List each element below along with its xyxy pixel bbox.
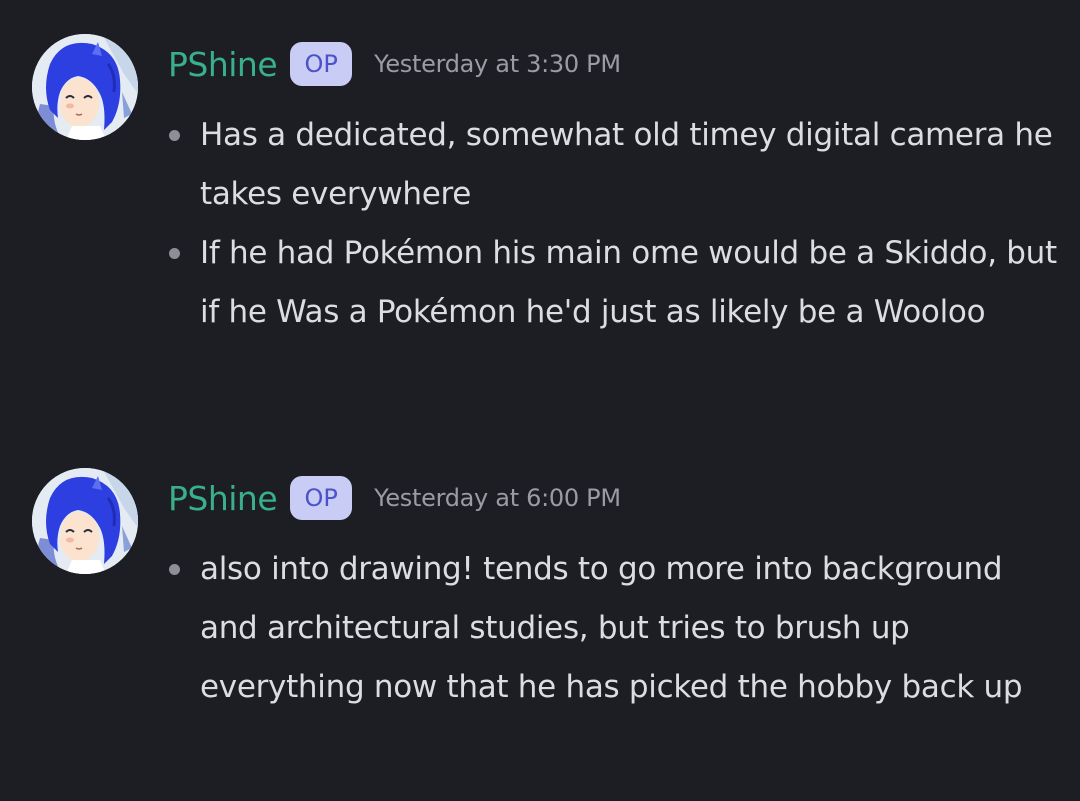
avatar[interactable] [32,34,138,140]
bullet-dot-icon [169,564,180,575]
timestamp[interactable]: Yesterday at 3:30 PM [374,50,621,78]
list-item-text: also into drawing! tends to go more into… [200,551,1023,705]
username[interactable]: PShine [168,45,278,84]
message-content: Has a dedicated, somewhat old timey digi… [168,106,1058,342]
avatar-image [32,468,138,574]
message-header: PShine OP Yesterday at 6:00 PM [168,472,621,524]
list-item-text: Has a dedicated, somewhat old timey digi… [200,117,1053,212]
avatar[interactable] [32,468,138,574]
bullet-dot-icon [169,130,180,141]
message-content: also into drawing! tends to go more into… [168,540,1058,717]
list-item: If he had Pokémon his main ome would be … [168,224,1058,342]
timestamp[interactable]: Yesterday at 6:00 PM [374,484,621,512]
message-header: PShine OP Yesterday at 3:30 PM [168,38,621,90]
bullet-dot-icon [169,248,180,259]
list-item: also into drawing! tends to go more into… [168,540,1058,717]
list-item: Has a dedicated, somewhat old timey digi… [168,106,1058,224]
op-badge: OP [290,476,353,520]
username[interactable]: PShine [168,479,278,518]
op-badge: OP [290,42,353,86]
list-item-text: If he had Pokémon his main ome would be … [200,235,1057,330]
avatar-image [32,34,138,140]
